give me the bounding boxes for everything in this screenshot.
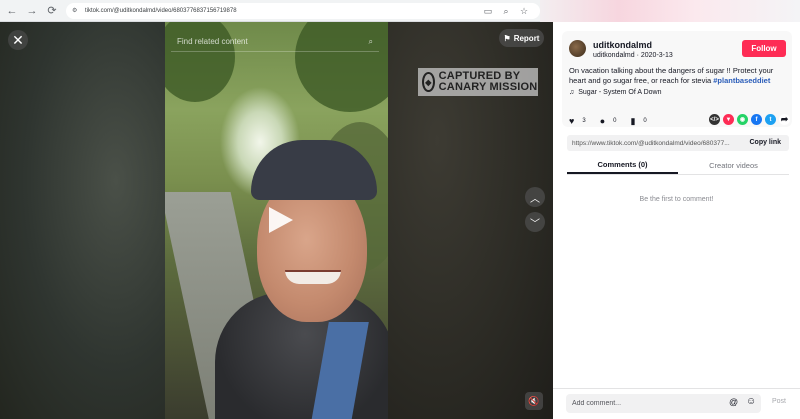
- search-icon[interactable]: ⌕: [369, 37, 373, 47]
- back-button[interactable]: ←: [4, 3, 20, 19]
- save-button[interactable]: ▮ 0: [630, 116, 646, 127]
- handle: uditkondalmd: [593, 52, 635, 59]
- site-info-icon[interactable]: ⚙: [72, 7, 80, 15]
- empty-comments-message: Be the first to comment!: [639, 196, 714, 203]
- mute-button[interactable]: 🔇: [525, 392, 543, 410]
- watermark-text: CAPTURED BY CANARY MISSION: [438, 70, 538, 93]
- reload-button[interactable]: ⟳: [44, 3, 60, 19]
- comment-button[interactable]: ● 0: [600, 116, 617, 126]
- heart-icon: ♥: [569, 116, 575, 126]
- share-arrow-icon[interactable]: ➦: [779, 114, 790, 125]
- video-player: Find related content ⌕ ✕ ⚑ Report ◆ CAPT…: [0, 22, 553, 419]
- watermark-seal-icon: ◆: [422, 72, 435, 92]
- music-link[interactable]: ♫ Sugar - System Of A Down: [569, 89, 662, 96]
- like-count: 3: [582, 118, 586, 124]
- forward-button[interactable]: →: [24, 3, 40, 19]
- zoom-icon[interactable]: ⌕: [500, 3, 512, 19]
- post-date: 2020-3-13: [640, 52, 673, 59]
- comment-count: 0: [613, 118, 617, 124]
- music-note-icon: ♫: [569, 89, 575, 96]
- hashtag-link[interactable]: #plantbaseddiet: [713, 76, 770, 85]
- share-link-field[interactable]: https://www.tiktok.com/@uditkondalmd/vid…: [567, 135, 789, 151]
- cast-icon[interactable]: ▭: [482, 3, 494, 19]
- browser-toolbar: ← → ⟳ ⚙ tiktok.com/@uditkondalmd/video/6…: [0, 0, 800, 22]
- next-video-button[interactable]: ﹀: [525, 212, 545, 232]
- bookmark-star-icon[interactable]: ☆: [518, 3, 530, 19]
- tab-comments[interactable]: Comments (0): [567, 157, 678, 174]
- url-text: tiktok.com/@uditkondalmd/video/680377683…: [85, 7, 237, 14]
- twitter-icon[interactable]: t: [765, 114, 776, 125]
- person-smile: [285, 270, 341, 284]
- share-buttons: </> ▼ ◉ f t ➦: [709, 114, 790, 125]
- canary-mission-watermark: ◆ CAPTURED BY CANARY MISSION: [418, 68, 538, 96]
- blurred-area: [540, 0, 800, 22]
- address-bar[interactable]: ⚙ tiktok.com/@uditkondalmd/video/6803776…: [66, 2, 540, 19]
- chevron-up-icon: ︿: [530, 193, 540, 205]
- tab-creator-videos[interactable]: Creator videos: [678, 157, 789, 174]
- post-button[interactable]: Post: [772, 398, 786, 405]
- copy-link-button[interactable]: Copy link: [749, 139, 781, 146]
- find-related-search[interactable]: Find related content ⌕: [171, 32, 379, 52]
- play-icon[interactable]: [265, 205, 295, 235]
- handle-and-date: uditkondalmd · 2020-3-13: [593, 52, 673, 59]
- flag-icon: ⚑: [503, 33, 511, 43]
- post-description: On vacation talking about the dangers of…: [569, 66, 787, 86]
- muted-speaker-icon: 🔇: [528, 395, 540, 406]
- chevron-down-icon: ﹀: [530, 218, 540, 230]
- close-icon: ✕: [12, 31, 24, 48]
- username[interactable]: uditkondalmd: [593, 40, 652, 50]
- share-link-text: https://www.tiktok.com/@uditkondalmd/vid…: [572, 139, 730, 147]
- follow-button[interactable]: Follow: [742, 40, 786, 57]
- details-panel: uditkondalmd uditkondalmd · 2020-3-13 Fo…: [553, 22, 800, 419]
- previous-video-button[interactable]: ︿: [525, 187, 545, 207]
- mention-icon[interactable]: @: [729, 397, 738, 407]
- like-button[interactable]: ♥ 3: [569, 116, 586, 126]
- emoji-icon[interactable]: ☺: [746, 396, 756, 407]
- embed-icon[interactable]: </>: [709, 114, 720, 125]
- close-button[interactable]: ✕: [8, 30, 28, 50]
- save-count: 0: [643, 118, 647, 124]
- comment-composer: @ ☺ Post: [553, 388, 800, 419]
- search-placeholder: Find related content: [177, 37, 248, 46]
- post-info-card: uditkondalmd uditkondalmd · 2020-3-13 Fo…: [562, 31, 792, 127]
- report-button[interactable]: ⚑ Report: [499, 29, 544, 47]
- whatsapp-icon[interactable]: ◉: [737, 114, 748, 125]
- blurred-background-left: [0, 22, 165, 419]
- music-title: Sugar - System Of A Down: [578, 89, 662, 96]
- tab-bar: Comments (0) Creator videos: [567, 157, 789, 175]
- report-label: Report: [513, 33, 540, 43]
- bookmark-icon: ▮: [630, 115, 636, 126]
- avatar[interactable]: [569, 40, 586, 57]
- facebook-icon[interactable]: f: [751, 114, 762, 125]
- send-icon[interactable]: ▼: [723, 114, 734, 125]
- comment-bubble-icon: ●: [599, 116, 606, 126]
